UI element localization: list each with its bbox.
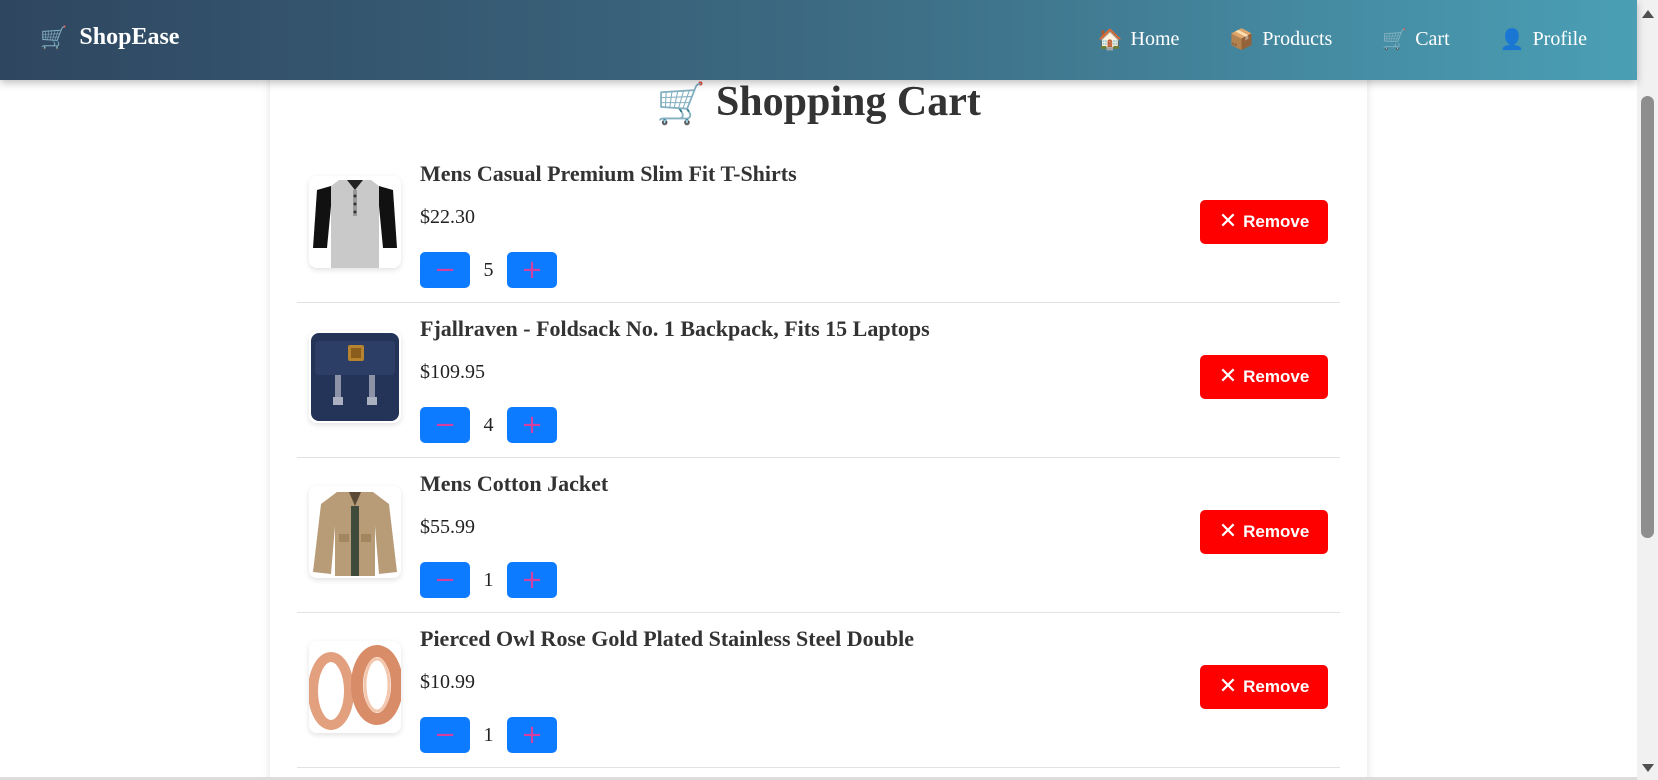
nav-home-label: Home [1130,28,1180,50]
cart-icon: 🛒 [1382,28,1408,51]
jacket-image [309,486,401,578]
remove-label: Remove [1243,677,1310,696]
quantity-stepper: − 4 + [420,407,557,443]
cart-item-list: Mens Casual Premium Slim Fit T-Shirts $2… [297,148,1340,768]
close-icon: ✕ [1218,209,1238,234]
close-icon: ✕ [1218,674,1238,699]
quantity-stepper: − 1 + [420,717,557,753]
remove-label: Remove [1243,212,1310,231]
cart-item: Fjallraven - Foldsack No. 1 Backpack, Fi… [297,303,1340,458]
vertical-scrollbar[interactable] [1637,0,1658,780]
cart-icon: 🛒 [656,81,706,126]
close-icon: ✕ [1218,364,1238,389]
scroll-down-arrow-icon[interactable] [1642,764,1654,772]
remove-button[interactable]: ✕ Remove [1200,510,1328,554]
remove-button[interactable]: ✕ Remove [1200,200,1328,244]
user-icon: 👤 [1499,28,1525,51]
home-icon: 🏠 [1097,28,1123,51]
item-name: Pierced Owl Rose Gold Plated Stainless S… [420,626,914,651]
nav-cart-label: Cart [1415,28,1450,50]
item-price: $55.99 [420,516,475,538]
decrease-quantity-button[interactable]: − [420,252,470,288]
page-title-text: Shopping Cart [715,79,981,125]
item-price: $10.99 [420,671,475,693]
nav-profile[interactable]: 👤 Profile [1500,28,1587,51]
nav-home[interactable]: 🏠 Home [1098,28,1180,51]
remove-label: Remove [1243,367,1310,386]
cart-panel: 🛒 Shopping Cart Mens Casual Premium Slim … [270,70,1367,780]
page-title: 🛒 Shopping Cart [270,78,1367,127]
remove-label: Remove [1243,522,1310,541]
cart-item: Mens Cotton Jacket $55.99 − 1 + ✕ Remove [297,458,1340,613]
cart-icon: 🛒 [40,24,68,50]
top-navbar: 🛒 ShopEase 🏠 Home 📦 Products 🛒 Cart 👤 Pr… [0,0,1637,80]
quantity-value: 4 [483,413,494,436]
cart-item: Mens Casual Premium Slim Fit T-Shirts $2… [297,148,1340,303]
quantity-value: 5 [483,258,494,281]
quantity-stepper: − 5 + [420,252,557,288]
brand[interactable]: 🛒 ShopEase [40,24,179,51]
increase-quantity-button[interactable]: + [507,562,557,598]
close-icon: ✕ [1218,519,1238,544]
remove-button[interactable]: ✕ Remove [1200,355,1328,399]
nav-cart[interactable]: 🛒 Cart [1382,28,1449,51]
scrollbar-thumb[interactable] [1641,96,1654,538]
item-price: $22.30 [420,206,475,228]
cart-item: Pierced Owl Rose Gold Plated Stainless S… [297,613,1340,768]
rings-image [309,641,401,733]
quantity-stepper: − 1 + [420,562,557,598]
nav-profile-label: Profile [1532,28,1587,50]
remove-button[interactable]: ✕ Remove [1200,665,1328,709]
decrease-quantity-button[interactable]: − [420,562,470,598]
quantity-value: 1 [483,568,494,591]
nav-products-label: Products [1262,28,1333,50]
decrease-quantity-button[interactable]: − [420,717,470,753]
item-name: Mens Cotton Jacket [420,471,609,496]
box-icon: 📦 [1229,28,1255,51]
brand-name: ShopEase [79,24,180,50]
increase-quantity-button[interactable]: + [507,717,557,753]
backpack-image [309,331,401,423]
quantity-value: 1 [483,723,494,746]
item-name: Mens Casual Premium Slim Fit T-Shirts [420,161,797,186]
scroll-up-arrow-icon[interactable] [1642,10,1654,18]
item-price: $109.95 [420,361,485,383]
item-name: Fjallraven - Foldsack No. 1 Backpack, Fi… [420,316,930,341]
increase-quantity-button[interactable]: + [507,252,557,288]
decrease-quantity-button[interactable]: − [420,407,470,443]
nav-products[interactable]: 📦 Products [1229,28,1332,51]
nav-links: 🏠 Home 📦 Products 🛒 Cart 👤 Profile [1098,28,1587,51]
increase-quantity-button[interactable]: + [507,407,557,443]
tshirt-image [309,176,401,268]
